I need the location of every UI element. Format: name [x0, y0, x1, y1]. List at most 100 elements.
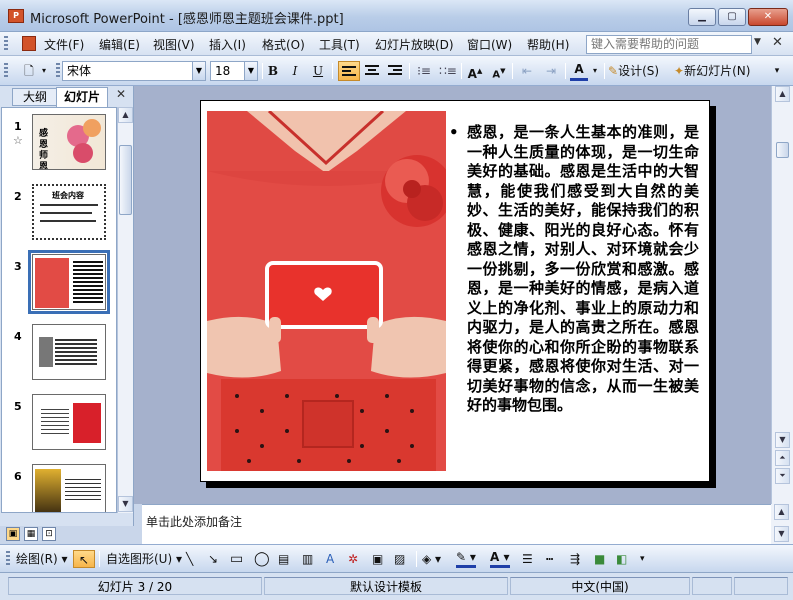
chevron-down-icon[interactable]: ▼	[192, 62, 205, 80]
scroll-thumb[interactable]	[776, 142, 789, 158]
menu-file[interactable]: 文件(F)	[44, 36, 84, 53]
pane-close-icon[interactable]: ✕	[116, 87, 126, 101]
scroll-up-icon[interactable]: ▲	[775, 86, 790, 102]
font-color-dropdown-icon[interactable]: ▾	[590, 61, 600, 81]
decrease-font-icon[interactable]: A▼	[490, 61, 508, 81]
underline-button[interactable]: U	[309, 61, 327, 81]
new-slide-icon: ✦	[674, 64, 685, 78]
shadow-style-icon[interactable]: ■	[594, 550, 605, 568]
increase-font-icon[interactable]: A▲	[466, 61, 484, 81]
toolbar-options-icon[interactable]: ▾	[640, 550, 645, 568]
design-button[interactable]: ✎设计(S)	[608, 61, 670, 81]
slide-text-box[interactable]: • 感恩，是一条人生基本的准则，是一种人生质量的体现，是一切生命美好的基础。感恩…	[449, 123, 699, 416]
arrow-style-icon[interactable]: ⇶	[570, 550, 580, 568]
menu-window[interactable]: 窗口(W)	[467, 36, 512, 53]
scroll-down-icon[interactable]: ▼	[118, 496, 133, 512]
close-window-button[interactable]: ✕	[748, 8, 788, 26]
normal-view-icon[interactable]: ▣	[6, 527, 20, 541]
font-name-select[interactable]: 宋体 ▼	[62, 61, 206, 81]
draw-menu-button[interactable]: 绘图(R) ▾	[16, 550, 68, 568]
scroll-down-icon[interactable]: ▼	[774, 526, 789, 542]
menu-insert[interactable]: 插入(I)	[209, 36, 246, 53]
font-size-select[interactable]: 18 ▼	[210, 61, 258, 81]
slide-thumbnail-4[interactable]	[32, 324, 106, 380]
line-style-icon[interactable]: ☰	[522, 550, 533, 568]
slides-pane-scrollbar[interactable]: ▲ ▼	[117, 107, 133, 513]
italic-button[interactable]: I	[286, 61, 304, 81]
rectangle-tool-icon[interactable]: ▭	[230, 550, 243, 568]
notes-scrollbar[interactable]: ▲ ▼	[771, 504, 793, 544]
notes-pane[interactable]: 单击此处添加备注	[142, 504, 771, 544]
previous-slide-icon[interactable]: ⏶	[775, 450, 790, 466]
transition-star-icon[interactable]: ☆	[13, 134, 23, 147]
document-close-icon[interactable]: ✕	[772, 35, 783, 50]
slide-canvas[interactable]: • 感恩，是一条人生基本的准则，是一种人生质量的体现，是一切生命美好的基础。感恩…	[200, 100, 710, 482]
slide-area-scrollbar[interactable]: ▲ ▼ ⏶ ⏷	[771, 86, 793, 504]
slideshow-view-icon[interactable]: ⊡	[42, 527, 56, 541]
slide-thumbnail-6[interactable]	[32, 464, 106, 512]
align-left-button[interactable]	[338, 61, 360, 81]
line-tool-icon[interactable]: ╲	[186, 550, 193, 568]
menubar-grip[interactable]	[4, 36, 8, 52]
next-slide-icon[interactable]: ⏷	[775, 468, 790, 484]
fill-color-icon[interactable]: ◈ ▾	[422, 550, 441, 568]
menu-format[interactable]: 格式(O)	[262, 36, 305, 53]
decrease-indent-icon[interactable]: ⇤	[517, 61, 537, 81]
align-center-button[interactable]	[362, 61, 382, 81]
document-icon[interactable]	[22, 36, 36, 51]
slide-photo[interactable]	[207, 111, 446, 471]
toolbar-grip-2[interactable]	[56, 63, 60, 79]
scroll-up-icon[interactable]: ▲	[774, 504, 789, 520]
scroll-up-icon[interactable]: ▲	[118, 107, 133, 123]
textbox-tool-icon[interactable]: ▤	[278, 550, 289, 568]
dash-style-icon[interactable]: ┅	[546, 550, 553, 568]
toolbar-options-icon[interactable]: ▾	[768, 61, 786, 81]
wordart-icon[interactable]: A	[326, 550, 334, 568]
slide-sorter-view-icon[interactable]: ▦	[24, 527, 38, 541]
align-right-button[interactable]	[385, 61, 405, 81]
slide-thumbnail-1[interactable]: 感恩 师恩	[32, 114, 106, 170]
diagram-icon[interactable]: ✲	[348, 550, 358, 568]
slide-thumbnail-2[interactable]: 班会内容	[32, 184, 106, 240]
autoshapes-button[interactable]: 自选图形(U) ▾	[106, 550, 182, 568]
3d-style-icon[interactable]: ◧	[616, 550, 627, 568]
slide-thumbnail-3[interactable]	[28, 250, 110, 314]
new-document-icon[interactable]: 🗋	[20, 61, 38, 81]
template-status[interactable]: 默认设计模板	[264, 577, 508, 595]
menu-tools[interactable]: 工具(T)	[319, 36, 360, 53]
font-color-icon[interactable]: A	[570, 61, 588, 81]
tab-outline[interactable]: 大纲	[12, 88, 58, 106]
menu-slideshow[interactable]: 幻灯片放映(D)	[375, 36, 454, 53]
scroll-thumb[interactable]	[119, 145, 132, 215]
help-search-input[interactable]: 键入需要帮助的问题	[586, 35, 752, 54]
powerpoint-app-icon[interactable]: P	[8, 9, 24, 23]
numbered-list-icon[interactable]: ⁝≡	[414, 61, 434, 81]
tab-slides[interactable]: 幻灯片	[56, 87, 108, 107]
maximize-button[interactable]: ▢	[718, 8, 746, 26]
bold-button[interactable]: B	[264, 61, 282, 81]
toolbar-grip[interactable]	[4, 63, 8, 79]
select-objects-button[interactable]: ↖	[73, 550, 95, 568]
chevron-down-icon[interactable]: ▼	[244, 62, 257, 80]
insert-picture-icon[interactable]: ▨	[394, 550, 405, 568]
line-color-icon[interactable]: ✎ ▾	[456, 550, 476, 568]
new-slide-button[interactable]: ✦新幻灯片(N)	[674, 61, 762, 81]
menu-help[interactable]: 帮助(H)	[527, 36, 569, 53]
font-color-icon[interactable]: A ▾	[490, 550, 510, 568]
slide-thumbnails-list[interactable]: 1 ☆ 感恩 师恩 2 班会内容 3 4 5 6	[1, 107, 117, 513]
menu-view[interactable]: 视图(V)	[153, 36, 195, 53]
help-dropdown-icon[interactable]: ▼	[754, 37, 761, 47]
design-label: 设计(S)	[618, 64, 660, 78]
clipart-icon[interactable]: ▣	[372, 550, 383, 568]
scroll-down-icon[interactable]: ▼	[775, 432, 790, 448]
slide-thumbnail-5[interactable]	[32, 394, 106, 450]
bullet-list-icon[interactable]: ∷≡	[438, 61, 458, 81]
vertical-textbox-icon[interactable]: ▥	[302, 550, 313, 568]
arrow-tool-icon[interactable]: ↘	[208, 550, 218, 568]
increase-indent-icon[interactable]: ⇥	[541, 61, 561, 81]
oval-tool-icon[interactable]: ◯	[254, 550, 270, 568]
new-document-dropdown-icon[interactable]: ▾	[38, 61, 50, 81]
minimize-button[interactable]: ▁	[688, 8, 716, 26]
menu-edit[interactable]: 编辑(E)	[99, 36, 140, 53]
drawbar-grip[interactable]	[6, 551, 10, 567]
